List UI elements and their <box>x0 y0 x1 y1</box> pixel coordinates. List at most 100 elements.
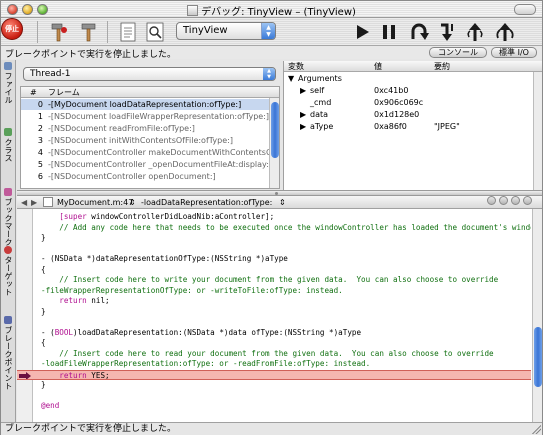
disclosure-triangle-open-icon[interactable]: ▼ <box>288 73 294 85</box>
code-line[interactable]: // Insert code here to write your docume… <box>17 275 531 285</box>
variable-name: aType <box>310 122 334 131</box>
table-row[interactable]: 1 -[NSDocument loadFileWrapperRepresentat… <box>21 111 269 122</box>
code-line[interactable]: - (NSData *)dataRepresentationOfType:(NS… <box>17 254 531 264</box>
drawer-item-bookmarks[interactable]: ブックマーク <box>2 188 14 246</box>
code-line[interactable]: @end <box>17 401 531 411</box>
scroll-thumb[interactable] <box>534 327 542 387</box>
drawer-item-targets[interactable]: ターゲット <box>2 246 14 296</box>
forward-arrow-icon[interactable]: ▶ <box>31 196 37 209</box>
variable-group-row[interactable]: ▼ Arguments <box>284 73 534 85</box>
disclosure-triangle-icon[interactable]: ▶ <box>300 121 306 133</box>
drawer-item-label: ファイル <box>4 72 13 104</box>
table-row[interactable]: _cmd 0x906c069c <box>284 97 534 109</box>
code-line[interactable]: { <box>17 265 531 275</box>
variable-summary: "JPEG" <box>434 122 460 131</box>
step-out-icon[interactable] <box>465 21 485 43</box>
code-line[interactable] <box>17 317 531 327</box>
continue-icon[interactable] <box>353 21 373 43</box>
stdio-tab[interactable]: 標準 I/O <box>491 47 537 58</box>
build-icon[interactable] <box>79 21 99 43</box>
frame-number: 1 <box>37 112 43 121</box>
code-line[interactable]: } <box>17 380 531 390</box>
table-row[interactable]: ▶ aType 0xa86f0 "JPEG" <box>284 121 534 133</box>
disclosure-triangle-icon[interactable]: ▶ <box>300 109 306 121</box>
code-line[interactable]: [super windowControllerDidLoadNib:aContr… <box>17 212 531 222</box>
include-button[interactable] <box>511 196 520 205</box>
code-line[interactable]: -loadFileWrapperRepresentation:ofType: o… <box>17 359 531 369</box>
editor-scrollbar[interactable] <box>532 209 542 423</box>
column-header-variable[interactable]: 変数 <box>288 61 304 72</box>
code-text: @end <box>41 401 59 411</box>
hammer-icon[interactable] <box>49 21 69 43</box>
table-row[interactable]: 3 -[NSDocument initWithContentsOfFile:ofT… <box>21 135 269 146</box>
active-target-popup[interactable]: TinyView ▲ ▼ <box>176 22 276 40</box>
drawer-item-breakpoints[interactable]: ブレークポイント <box>2 316 14 390</box>
code-text: { <box>41 265 46 275</box>
column-header-value[interactable]: 値 <box>374 61 382 72</box>
frame-name: -[NSDocumentController openDocument:] <box>48 172 216 181</box>
table-row[interactable]: 6 -[NSDocumentController openDocument:] <box>21 171 269 182</box>
code-token: nil; <box>91 296 110 305</box>
code-text: // Insert code here to write your docume… <box>41 275 498 285</box>
table-row[interactable]: ▶ self 0xc41b0 <box>284 85 534 97</box>
console-tab[interactable]: コンソール <box>429 47 487 58</box>
variables-header: 変数 値 要約 <box>284 61 542 72</box>
code-line[interactable] <box>17 244 531 254</box>
file-position-popup[interactable]: MyDocument.m:47 <box>57 196 133 209</box>
inspector-icon[interactable] <box>118 21 138 43</box>
table-row[interactable]: 2 -[NSDocument readFromFile:ofType:] <box>21 123 269 134</box>
frames-scrollbar[interactable] <box>269 98 279 188</box>
drawer-item-files[interactable]: ファイル <box>2 62 14 104</box>
drawer-item-classes[interactable]: クラス <box>2 128 14 162</box>
counterpart-button[interactable] <box>499 196 508 205</box>
code-text: [super windowControllerDidLoadNib:aContr… <box>41 212 274 222</box>
code-line[interactable]: // Insert code here to read your documen… <box>17 349 531 359</box>
column-header-frame[interactable]: フレーム <box>48 87 80 98</box>
table-row[interactable]: 5 -[NSDocumentController _openDocumentFil… <box>21 159 269 170</box>
scroll-thumb[interactable] <box>271 102 279 158</box>
code-line[interactable]: return nil; <box>17 296 531 306</box>
code-token: )loadDataRepresentation:(NSData *)data o… <box>73 327 362 337</box>
code-token: { <box>41 264 46 274</box>
drawer-item-label: ブレークポイント <box>4 326 13 390</box>
bookmark-button[interactable] <box>487 196 496 205</box>
step-over-icon[interactable] <box>409 21 429 43</box>
code-line[interactable]: } <box>17 307 531 317</box>
function-popup[interactable]: -loadDataRepresentation:ofType: <box>141 196 272 209</box>
code-token: } <box>41 306 46 316</box>
code-token: { <box>41 338 46 347</box>
code-line[interactable]: } <box>17 233 531 243</box>
toolbar-toggle-button[interactable] <box>514 4 536 15</box>
variables-scrollbar[interactable] <box>533 72 542 190</box>
table-row[interactable]: 0 -[MyDocument loadDataRepresentation:ofT… <box>21 99 269 110</box>
lock-button[interactable] <box>523 196 532 205</box>
column-header-summary[interactable]: 要約 <box>434 61 450 72</box>
code-line[interactable]: // Add any code here that needs to be ex… <box>17 223 531 233</box>
title-bar[interactable]: デバッグ: TinyView – (TinyView) <box>1 1 542 18</box>
column-header-number[interactable]: # <box>30 87 37 98</box>
code-text: return YES; <box>41 371 109 379</box>
file-icon <box>43 197 53 207</box>
pause-icon[interactable] <box>379 21 399 43</box>
code-line[interactable]: { <box>17 338 531 348</box>
stop-button[interactable]: 停止 <box>1 18 23 40</box>
current-line[interactable]: return YES; <box>17 369 531 380</box>
search-icon[interactable] <box>145 21 165 43</box>
code-line[interactable]: -fileWrapperRepresentationOfType: or -wr… <box>17 286 531 296</box>
thread-popup[interactable]: Thread-1 ▲ ▼ <box>23 67 276 81</box>
code-editor[interactable]: [super windowControllerDidLoadNib:aContr… <box>17 209 542 423</box>
resize-grip-icon[interactable] <box>531 424 541 434</box>
drawer-item-label: クラス <box>4 138 13 162</box>
status-message: ブレークポイントで実行を停止しました。 <box>5 50 177 60</box>
code-line[interactable]: - (BOOL)loadDataRepresentation:(NSData *… <box>17 328 531 338</box>
frame-name: -[NSDocument readFromFile:ofType:] <box>48 124 195 133</box>
debugger-icon[interactable] <box>495 21 515 43</box>
step-into-icon[interactable] <box>437 21 457 43</box>
window-title-text: デバッグ: TinyView – (TinyView) <box>201 7 356 18</box>
table-row[interactable]: 4 -[NSDocumentController makeDocumentWith… <box>21 147 269 158</box>
table-row[interactable]: ▶ data 0x1d128e0 <box>284 109 534 121</box>
program-counter-arrow-icon[interactable] <box>19 371 32 379</box>
back-arrow-icon[interactable]: ◀ <box>21 196 27 209</box>
code-line[interactable] <box>17 391 531 401</box>
disclosure-triangle-icon[interactable]: ▶ <box>300 85 306 97</box>
